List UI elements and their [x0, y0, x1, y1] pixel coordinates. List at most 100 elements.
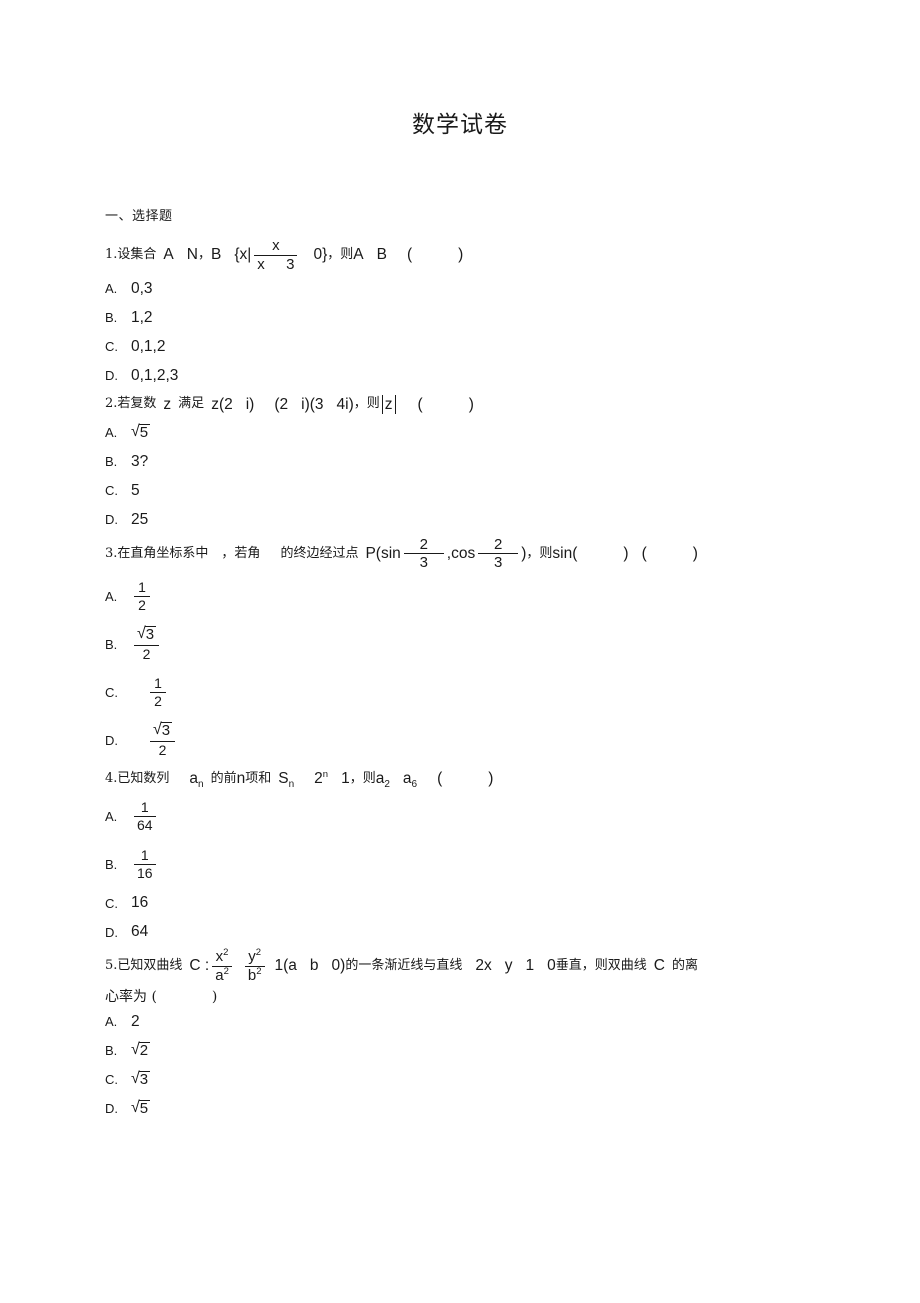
q4-exponent: n — [322, 768, 329, 780]
q1-op-a: A — [353, 246, 364, 264]
q5-perp: 垂直，则双曲线 — [555, 958, 647, 974]
option-row[interactable]: B. 1 16 — [105, 841, 845, 887]
option-label: D. — [105, 368, 118, 383]
question-2-stem: 2. 若复数 z 满足 z(2 i) (2 i)(3 4i) ，则 z () — [105, 393, 845, 417]
option-label: C. — [105, 684, 118, 700]
exam-page: 数学试卷 一、选择题 1. 设集合 A N ， B {x| x x 3 0} ，… — [0, 0, 920, 1303]
q2-expr5: 4i) — [336, 395, 354, 413]
q5-zero-close: 0) — [331, 957, 346, 975]
q1-then: ，则 — [327, 247, 354, 263]
option-row[interactable]: C. 5 — [105, 478, 845, 504]
question-3: 3. 在直角坐标系中 ，若角 的终边经过点 P(sin 2 3 ,cos 2 3 — [105, 535, 845, 764]
q2-satisfy: 满足 — [178, 396, 205, 412]
option-row[interactable]: A. √ 5 — [105, 420, 845, 446]
option-row[interactable]: C. 1 2 — [105, 669, 845, 715]
q4-mid: 的前 — [210, 770, 237, 786]
option-row[interactable]: D. 25 — [105, 507, 845, 533]
sqrt-icon: √ 3 — [134, 626, 159, 644]
q3-f2-denominator: 3 — [494, 554, 503, 572]
option-label: B. — [105, 310, 118, 325]
option-label: C. — [105, 895, 118, 911]
option-frac-numerator: 1 — [140, 798, 149, 815]
q4-two-power: 2n — [314, 768, 329, 788]
q5-f2-numerator: y2 — [248, 947, 262, 966]
section-heading: 一、选择题 — [105, 209, 173, 224]
option-row[interactable]: A. 2 — [105, 1009, 845, 1035]
option-text: 1,2 — [131, 308, 153, 326]
q4-terms: 项和 — [245, 770, 272, 786]
option-label: D. — [105, 732, 118, 748]
q4-sum-s: Sn — [278, 770, 295, 791]
q5-f2-denominator: b2 — [247, 965, 262, 984]
option-frac-denominator: 64 — [137, 816, 153, 833]
q1-set-n: N — [186, 246, 198, 264]
option-row[interactable]: D. 0,1,2,3 — [105, 363, 845, 389]
q1-lead: 设集合 — [117, 247, 157, 263]
q4-number: 4. — [105, 770, 118, 786]
q1-fraction: x x 3 — [254, 237, 298, 273]
q3-number: 3. — [105, 545, 118, 561]
q4-a2: a2 — [375, 770, 390, 791]
option-row[interactable]: C. √ 3 — [105, 1067, 845, 1093]
radicand: 3 — [144, 626, 157, 644]
option-row[interactable]: D. 64 — [105, 919, 845, 945]
option-row[interactable]: B. 3? — [105, 449, 845, 475]
q5-fraction-2: y2 b2 — [244, 947, 265, 984]
option-row[interactable]: B. √ 3 2 — [105, 621, 845, 667]
q1-answer-paren-open: ( — [406, 246, 413, 264]
option-label: A. — [105, 588, 118, 604]
option-fraction: 1 2 — [134, 580, 150, 612]
option-row[interactable]: B. 1,2 — [105, 305, 845, 331]
q5-f1-numerator: x2 — [215, 947, 229, 966]
question-1-stem: 1. 设集合 A N ， B {x| x x 3 0} ，则 A B () — [105, 238, 845, 273]
q3-sin-close: ) — [623, 544, 629, 562]
q3-f1-numerator: 2 — [419, 535, 428, 553]
radicand: 3 — [138, 1070, 151, 1088]
option-row[interactable]: A. 0,3 — [105, 276, 845, 302]
option-row[interactable]: D. √ 3 2 — [105, 717, 845, 763]
q2-expr2: i) — [245, 395, 255, 413]
q2-lead: 若复数 — [117, 396, 157, 412]
option-text: 0,1,2,3 — [131, 366, 179, 384]
q2-expr1: z(2 — [211, 395, 233, 413]
question-5-stem: 5. 已知双曲线 C : x2 a2 y2 b2 1(a b 0) 的一条渐近线… — [105, 947, 845, 984]
q5-curve-c: C : — [189, 957, 210, 975]
radicand: 5 — [138, 423, 151, 441]
option-row[interactable]: A. 1 2 — [105, 573, 845, 619]
option-fraction: √ 3 2 — [134, 722, 176, 759]
q1-frac-numerator: x — [272, 237, 280, 254]
radicand: 5 — [138, 1099, 151, 1117]
option-row[interactable]: C. 16 — [105, 890, 845, 916]
question-4-options: A. 1 64 B. 1 16 C. 16 D. 64 — [105, 793, 845, 945]
question-1-options: A. 0,3 B. 1,2 C. 0,1,2 D. 0,1,2,3 — [105, 276, 845, 389]
option-text: 16 — [131, 894, 149, 912]
q5-line-1: 1 — [525, 957, 535, 975]
question-2: 2. 若复数 z 满足 z(2 i) (2 i)(3 4i) ，则 z () … — [105, 393, 845, 533]
option-row[interactable]: D. √ 5 — [105, 1096, 845, 1122]
q4-a6: a6 — [402, 770, 418, 791]
q4-lead: 已知数列 — [117, 770, 170, 786]
option-frac-denominator: 2 — [158, 742, 167, 759]
q4-then: ，则 — [349, 770, 376, 786]
option-row[interactable]: C. 0,1,2 — [105, 334, 845, 360]
q2-var-z: z — [163, 395, 172, 413]
option-row[interactable]: B. √ 2 — [105, 1038, 845, 1064]
q1-set-b: B — [210, 246, 222, 264]
radicand: 3 — [160, 722, 173, 740]
q3-answer-paren-open: ( — [641, 544, 647, 562]
q1-number: 1. — [105, 247, 118, 263]
sqrt-icon: √ 3 — [150, 722, 175, 740]
option-label: D. — [105, 512, 118, 528]
exam-body: 一、选择题 1. 设集合 A N ， B {x| x x 3 0} ，则 A B… — [105, 205, 845, 1126]
question-4-stem: 4. 已知数列 an 的前 n 项和 Sn 2n 1 ，则 a2 a6 () — [105, 767, 845, 791]
q5-number: 5. — [105, 958, 118, 974]
q3-lead: 在直角坐标系中 — [117, 545, 209, 561]
q2-answer-paren-close: ) — [468, 395, 474, 413]
option-row[interactable]: A. 1 64 — [105, 793, 845, 839]
q5-f1-denominator: a2 — [215, 965, 229, 984]
option-label: B. — [105, 1043, 118, 1059]
option-frac-denominator: 2 — [142, 646, 151, 663]
q4-a6-subscript: 6 — [411, 779, 418, 791]
question-1: 1. 设集合 A N ， B {x| x x 3 0} ，则 A B () A… — [105, 238, 845, 389]
option-text: 25 — [131, 510, 149, 528]
